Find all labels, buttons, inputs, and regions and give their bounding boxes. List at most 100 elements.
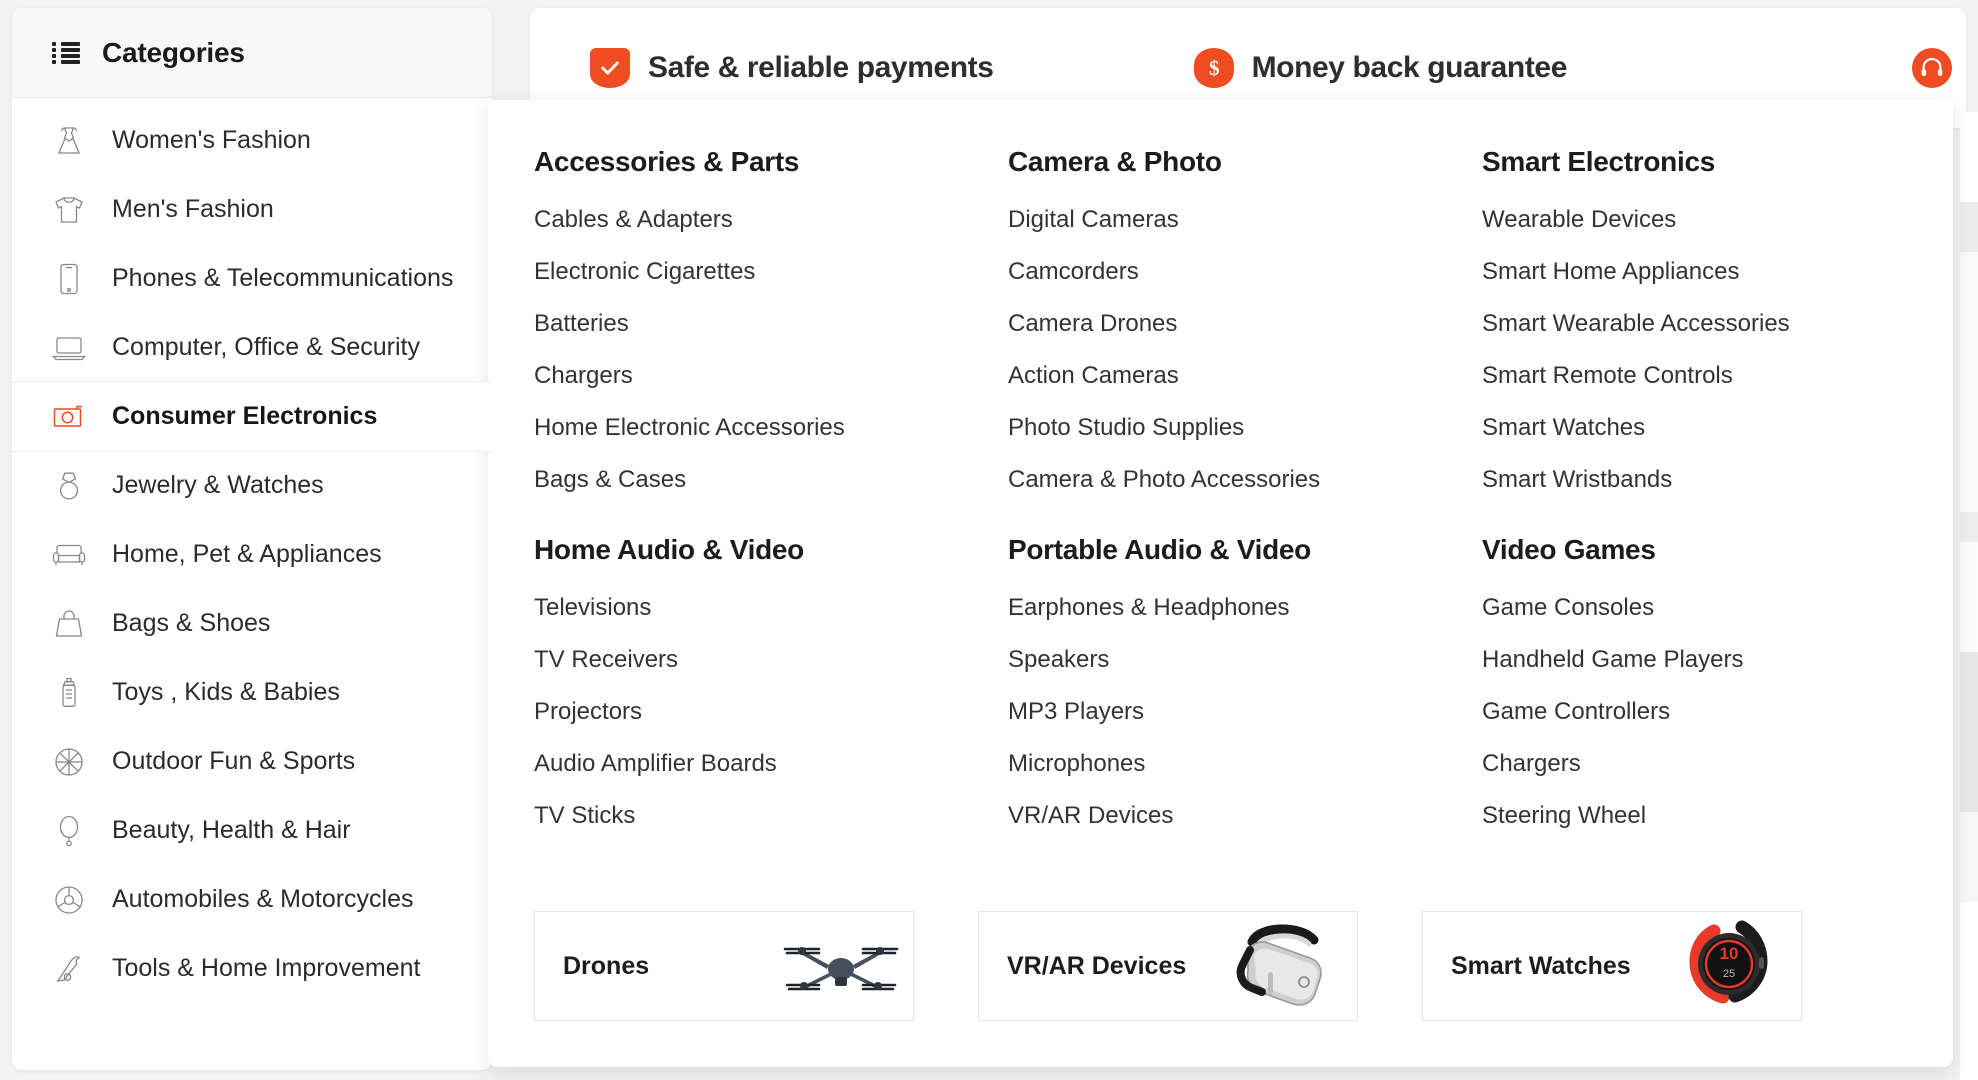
page-root: Safe & reliable payments $ Money back gu… (0, 0, 1978, 1080)
sidebar-item-bags-shoes[interactable]: Bags & Shoes (12, 589, 492, 658)
group-title: Home Audio & Video (534, 534, 804, 565)
mega-link[interactable]: Chargers (1482, 752, 1933, 776)
sidebar-item-mens-fashion[interactable]: Men's Fashion (12, 175, 492, 244)
categories-header: Categories (12, 8, 492, 98)
mega-link[interactable]: Bags & Cases (534, 468, 988, 492)
mega-link[interactable]: Handheld Game Players (1482, 648, 1933, 672)
sidebar-item-label: Jewelry & Watches (112, 471, 324, 499)
sidebar-item-label: Home, Pet & Appliances (112, 540, 382, 568)
panel-scroll-sliver[interactable] (1960, 112, 1978, 1080)
dress-icon (52, 124, 86, 158)
sidebar-item-womens-fashion[interactable]: Women's Fashion (12, 106, 492, 175)
mega-column-1: Accessories & Parts Cables & Adapters El… (534, 146, 1008, 828)
trust-label: Money back guarantee (1251, 51, 1568, 84)
mega-link[interactable]: Camera Drones (1008, 312, 1462, 336)
tshirt-icon (52, 193, 86, 227)
group-accessories-parts: Accessories & Parts Cables & Adapters El… (534, 146, 988, 492)
mega-link[interactable]: Televisions (534, 596, 988, 620)
sidebar-item-automobiles-motorcycles[interactable]: Automobiles & Motorcycles (12, 865, 492, 934)
dollar-coin-icon: $ (1193, 48, 1234, 88)
mega-link[interactable]: Home Electronic Accessories (534, 416, 988, 440)
sidebar-item-tools-home-improvement[interactable]: Tools & Home Improvement (12, 934, 492, 1003)
mega-link[interactable]: Smart Remote Controls (1482, 364, 1933, 388)
promo-card-smart-watches[interactable]: Smart Watches 10 25 (1422, 911, 1802, 1021)
trust-item-safe-payments: Safe & reliable payments (590, 48, 994, 88)
sidebar-item-outdoor-fun-sports[interactable]: Outdoor Fun & Sports (12, 727, 492, 796)
vr-headset-photo (1219, 918, 1351, 1014)
handbag-icon (52, 607, 86, 641)
baby-bottle-icon (52, 676, 86, 710)
svg-text:25: 25 (1723, 968, 1735, 980)
category-list: Women's Fashion Men's Fashion Phones & T… (12, 98, 492, 1003)
page-title: Categories (102, 36, 245, 68)
mega-link[interactable]: Smart Wearable Accessories (1482, 312, 1933, 336)
mega-link[interactable]: TV Sticks (534, 804, 988, 828)
steering-wheel-icon (52, 883, 86, 917)
mega-link[interactable]: Cables & Adapters (534, 208, 988, 232)
sidebar-item-phones-telecom[interactable]: Phones & Telecommunications (12, 244, 492, 313)
sofa-icon (52, 544, 86, 565)
mega-link[interactable]: Microphones (1008, 752, 1462, 776)
group-title: Camera & Photo (1008, 146, 1222, 177)
mega-link[interactable]: Audio Amplifier Boards (534, 752, 988, 776)
trust-item-money-back: $ Money back guarantee (1193, 48, 1568, 88)
group-title: Smart Electronics (1482, 146, 1715, 177)
mega-link[interactable]: Projectors (534, 700, 988, 724)
mega-link[interactable]: Smart Wristbands (1482, 468, 1933, 492)
mega-link[interactable]: Earphones & Headphones (1008, 596, 1462, 620)
sidebar-item-label: Tools & Home Improvement (112, 954, 421, 982)
mega-link[interactable]: Game Controllers (1482, 700, 1933, 724)
tool-icon (52, 952, 86, 986)
sidebar-item-consumer-electronics[interactable]: Consumer Electronics (12, 382, 492, 451)
consumer-electronics-mega-menu: Accessories & Parts Cables & Adapters El… (488, 100, 1953, 1067)
mega-link[interactable]: MP3 Players (1008, 700, 1462, 724)
sidebar-item-computer-office-security[interactable]: Computer, Office & Security (12, 313, 492, 382)
ring-icon (52, 469, 86, 503)
sidebar-item-jewelry-watches[interactable]: Jewelry & Watches (12, 451, 492, 520)
mega-link[interactable]: Smart Home Appliances (1482, 260, 1933, 284)
sidebar-item-beauty-health-hair[interactable]: Beauty, Health & Hair (12, 796, 492, 865)
mega-link[interactable]: Batteries (534, 312, 988, 336)
mega-link[interactable]: Chargers (534, 364, 988, 388)
sidebar-item-label: Phones & Telecommunications (112, 264, 454, 292)
mega-link[interactable]: Photo Studio Supplies (1008, 416, 1462, 440)
mega-column-3: Smart Electronics Wearable Devices Smart… (1482, 146, 1953, 828)
promo-title: VR/AR Devices (1007, 951, 1187, 980)
camera-icon (52, 400, 86, 434)
promo-card-drones[interactable]: Drones (534, 911, 914, 1021)
mega-link[interactable]: Electronic Cigarettes (534, 260, 988, 284)
mega-link[interactable]: Game Consoles (1482, 596, 1933, 620)
promo-title: Drones (563, 951, 650, 980)
headset-support-icon (1912, 48, 1952, 88)
sidebar-item-home-pet-appliances[interactable]: Home, Pet & Appliances (12, 520, 492, 589)
mega-link[interactable]: Steering Wheel (1482, 804, 1933, 828)
group-title: Accessories & Parts (534, 146, 800, 177)
mega-link[interactable]: Smart Watches (1482, 416, 1933, 440)
mega-link[interactable]: Digital Cameras (1008, 208, 1462, 232)
sidebar-item-label: Automobiles & Motorcycles (112, 885, 414, 913)
sidebar-item-label: Consumer Electronics (112, 402, 378, 430)
mega-link[interactable]: Camcorders (1008, 260, 1462, 284)
svg-text:10: 10 (1720, 944, 1739, 963)
mega-link[interactable]: TV Receivers (534, 648, 988, 672)
shield-check-icon (590, 48, 630, 88)
group-home-audio-video: Home Audio & Video Televisions TV Receiv… (534, 534, 988, 828)
smartwatch-photo: 10 25 (1663, 918, 1795, 1014)
mega-link[interactable]: Wearable Devices (1482, 208, 1933, 232)
sidebar-item-label: Men's Fashion (112, 195, 274, 223)
drone-photo (775, 918, 907, 1014)
sidebar-item-toys-kids-babies[interactable]: Toys , Kids & Babies (12, 658, 492, 727)
mega-link[interactable]: VR/AR Devices (1008, 804, 1462, 828)
mega-link[interactable]: Action Cameras (1008, 364, 1462, 388)
trust-label: Safe & reliable payments (648, 51, 994, 84)
mega-link[interactable]: Camera & Photo Accessories (1008, 468, 1462, 492)
laptop-icon (52, 331, 86, 365)
sidebar-item-label: Outdoor Fun & Sports (112, 747, 356, 775)
mega-column-2: Camera & Photo Digital Cameras Camcorder… (1008, 146, 1482, 828)
sidebar-item-label: Bags & Shoes (112, 609, 271, 637)
promo-cards: Drones VR/AR Devices Smart Watches 10 25 (534, 911, 1914, 1021)
group-smart-electronics: Smart Electronics Wearable Devices Smart… (1482, 146, 1933, 492)
mega-link[interactable]: Speakers (1008, 648, 1462, 672)
promo-title: Smart Watches (1451, 951, 1631, 980)
promo-card-vr-ar-devices[interactable]: VR/AR Devices (978, 911, 1358, 1021)
